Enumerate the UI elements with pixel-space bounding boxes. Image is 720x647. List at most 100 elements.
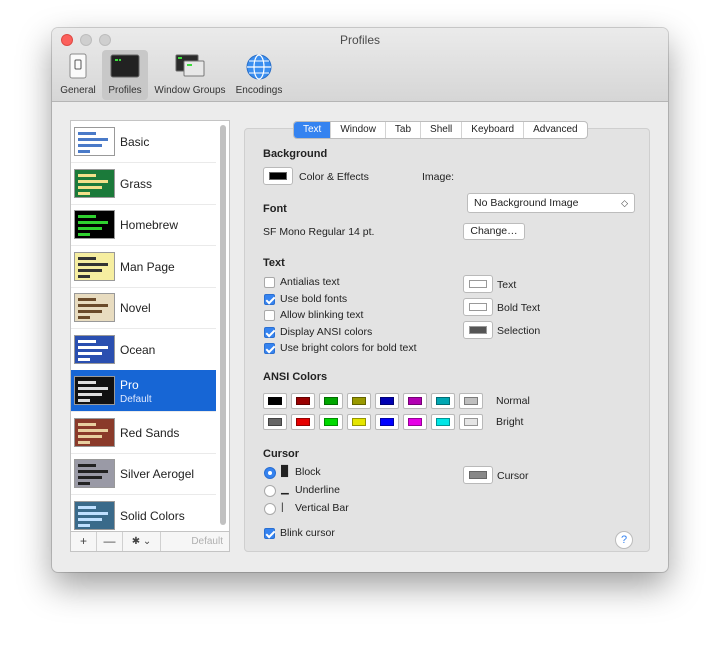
ansi-bright-color-5[interactable] (375, 414, 399, 430)
thumbnail-line (78, 517, 102, 521)
profile-row-man-page[interactable]: Man Page (71, 246, 216, 288)
ansi-color-fill (380, 418, 394, 426)
thumbnail-line (78, 262, 108, 266)
toolbar-general-label: General (60, 85, 96, 96)
ansi-color-fill (408, 418, 422, 426)
background-image-popup[interactable]: No Background Image ◇ (467, 193, 635, 213)
thumbnail-line (78, 221, 108, 224)
tab-shell[interactable]: Shell (421, 122, 463, 138)
profile-thumbnail (74, 376, 115, 405)
ansi-bright-color-6[interactable] (403, 414, 427, 430)
toolbar-general[interactable]: General (56, 50, 100, 100)
ansi-normal-color-8[interactable] (459, 393, 483, 409)
bold-text-color-well[interactable] (463, 298, 493, 316)
tab-tab[interactable]: Tab (386, 122, 422, 138)
tab-bar: Text Window Tab Shell Keyboard Advanced (293, 121, 588, 139)
scrollbar-knob[interactable] (220, 125, 226, 525)
cursor-underline-glyph: ▁ (281, 484, 289, 495)
display-ansi-colors-checkbox[interactable] (264, 326, 275, 338)
add-profile-button[interactable]: + (71, 532, 97, 551)
thumbnail-line (78, 310, 102, 313)
allow-blinking-text-checkbox[interactable] (264, 310, 275, 321)
profile-row-ocean[interactable]: Ocean (71, 329, 216, 371)
profile-row-red-sands[interactable]: Red Sands (71, 412, 216, 454)
thumbnail-line (78, 387, 108, 390)
ansi-color-fill (296, 397, 310, 405)
blink-cursor-checkbox[interactable] (264, 528, 275, 539)
selection-color-well[interactable] (463, 321, 493, 339)
cursor-color-well[interactable] (463, 466, 493, 484)
settings-panel: Text Window Tab Shell Keyboard Advanced Backg… (244, 121, 650, 552)
cursor-section-title: Cursor (263, 448, 300, 460)
profile-row-pro[interactable]: Pro Default (71, 370, 216, 412)
profile-row-homebrew[interactable]: Homebrew (71, 204, 216, 246)
ansi-normal-color-6[interactable] (403, 393, 427, 409)
thumbnail-line (78, 191, 90, 195)
tab-advanced[interactable]: Advanced (524, 122, 586, 138)
thumbnail-line (78, 304, 108, 307)
use-bright-colors-for-bold-text-checkbox[interactable] (264, 343, 275, 354)
gear-menu-button[interactable]: ✱ ⌄ (123, 532, 161, 551)
ansi-bright-color-7[interactable] (431, 414, 455, 430)
ansi-bright-color-8[interactable] (459, 414, 483, 430)
cursor-block-radio[interactable] (264, 467, 276, 479)
tab-text[interactable]: Text (294, 122, 332, 138)
profile-list-scrollbar[interactable] (219, 123, 227, 531)
ansi-bright-color-3[interactable] (319, 414, 343, 430)
toolbar-profiles[interactable]: Profiles (102, 50, 148, 100)
text-color-well[interactable] (463, 275, 493, 293)
ansi-normal-color-4[interactable] (347, 393, 371, 409)
allow-blinking-text-label: Allow blinking text (280, 309, 364, 321)
window-groups-icon (175, 54, 205, 77)
thumbnail-line (78, 268, 102, 272)
thumbnail-line (78, 316, 90, 319)
ansi-normal-color-5[interactable] (375, 393, 399, 409)
change-font-button[interactable]: Change… (463, 223, 525, 240)
profile-thumbnail (74, 334, 115, 364)
thumbnail-line (78, 381, 96, 384)
ansi-bright-color-4[interactable] (347, 414, 371, 430)
cursor-vertical-bar-radio[interactable] (264, 503, 276, 515)
use-bold-fonts-checkbox[interactable] (264, 293, 275, 305)
thumbnail-line (78, 470, 108, 473)
toolbar-window-groups[interactable]: Window Groups (149, 50, 231, 100)
toolbar-encodings[interactable]: Encodings (232, 50, 286, 100)
use-bright-colors-for-bold-text-label: Use bright colors for bold text (280, 342, 417, 354)
ansi-color-fill (268, 397, 282, 405)
profile-row-novel[interactable]: Novel (71, 287, 216, 329)
antialias-text-checkbox[interactable] (264, 277, 275, 288)
thumbnail-line (78, 482, 90, 485)
profile-thumbnail (74, 127, 115, 156)
ansi-normal-color-3[interactable] (319, 393, 343, 409)
profile-row-silver-aerogel[interactable]: Silver Aerogel (71, 453, 216, 495)
help-button[interactable]: ? (615, 531, 633, 549)
ansi-bright-color-2[interactable] (291, 414, 315, 430)
ansi-normal-color-2[interactable] (291, 393, 315, 409)
text-section-title: Text (263, 257, 285, 269)
tab-window[interactable]: Window (331, 122, 386, 138)
toolbar-window-groups-label: Window Groups (154, 85, 226, 96)
ansi-color-fill (352, 418, 366, 426)
ansi-bright-label: Bright (496, 416, 524, 428)
cursor-underline-radio[interactable] (264, 485, 276, 497)
remove-profile-button[interactable]: — (97, 532, 123, 551)
ansi-normal-color-7[interactable] (431, 393, 455, 409)
thumbnail-line (78, 428, 108, 432)
profile-row-basic[interactable]: Basic (71, 121, 216, 163)
ansi-bright-color-1[interactable] (263, 414, 287, 430)
thumbnail-line (78, 138, 108, 141)
ansi-normal-color-1[interactable] (263, 393, 287, 409)
profile-list: Basic Grass Homebrew Man Page Novel Ocean Pro D… (70, 120, 230, 552)
background-color-well[interactable] (263, 167, 293, 185)
thumbnail-line (78, 132, 96, 135)
default-profile-button[interactable]: Default (191, 532, 223, 551)
tab-keyboard[interactable]: Keyboard (462, 122, 525, 138)
thumbnail-line (78, 233, 90, 236)
ansi-color-fill (296, 418, 310, 426)
ansi-normal-label: Normal (496, 395, 530, 407)
profile-name: Homebrew (120, 218, 179, 232)
profile-thumbnail (74, 500, 115, 530)
ansi-color-fill (268, 418, 282, 426)
cursor-color-label: Cursor (497, 470, 529, 482)
profile-row-grass[interactable]: Grass (71, 163, 216, 205)
